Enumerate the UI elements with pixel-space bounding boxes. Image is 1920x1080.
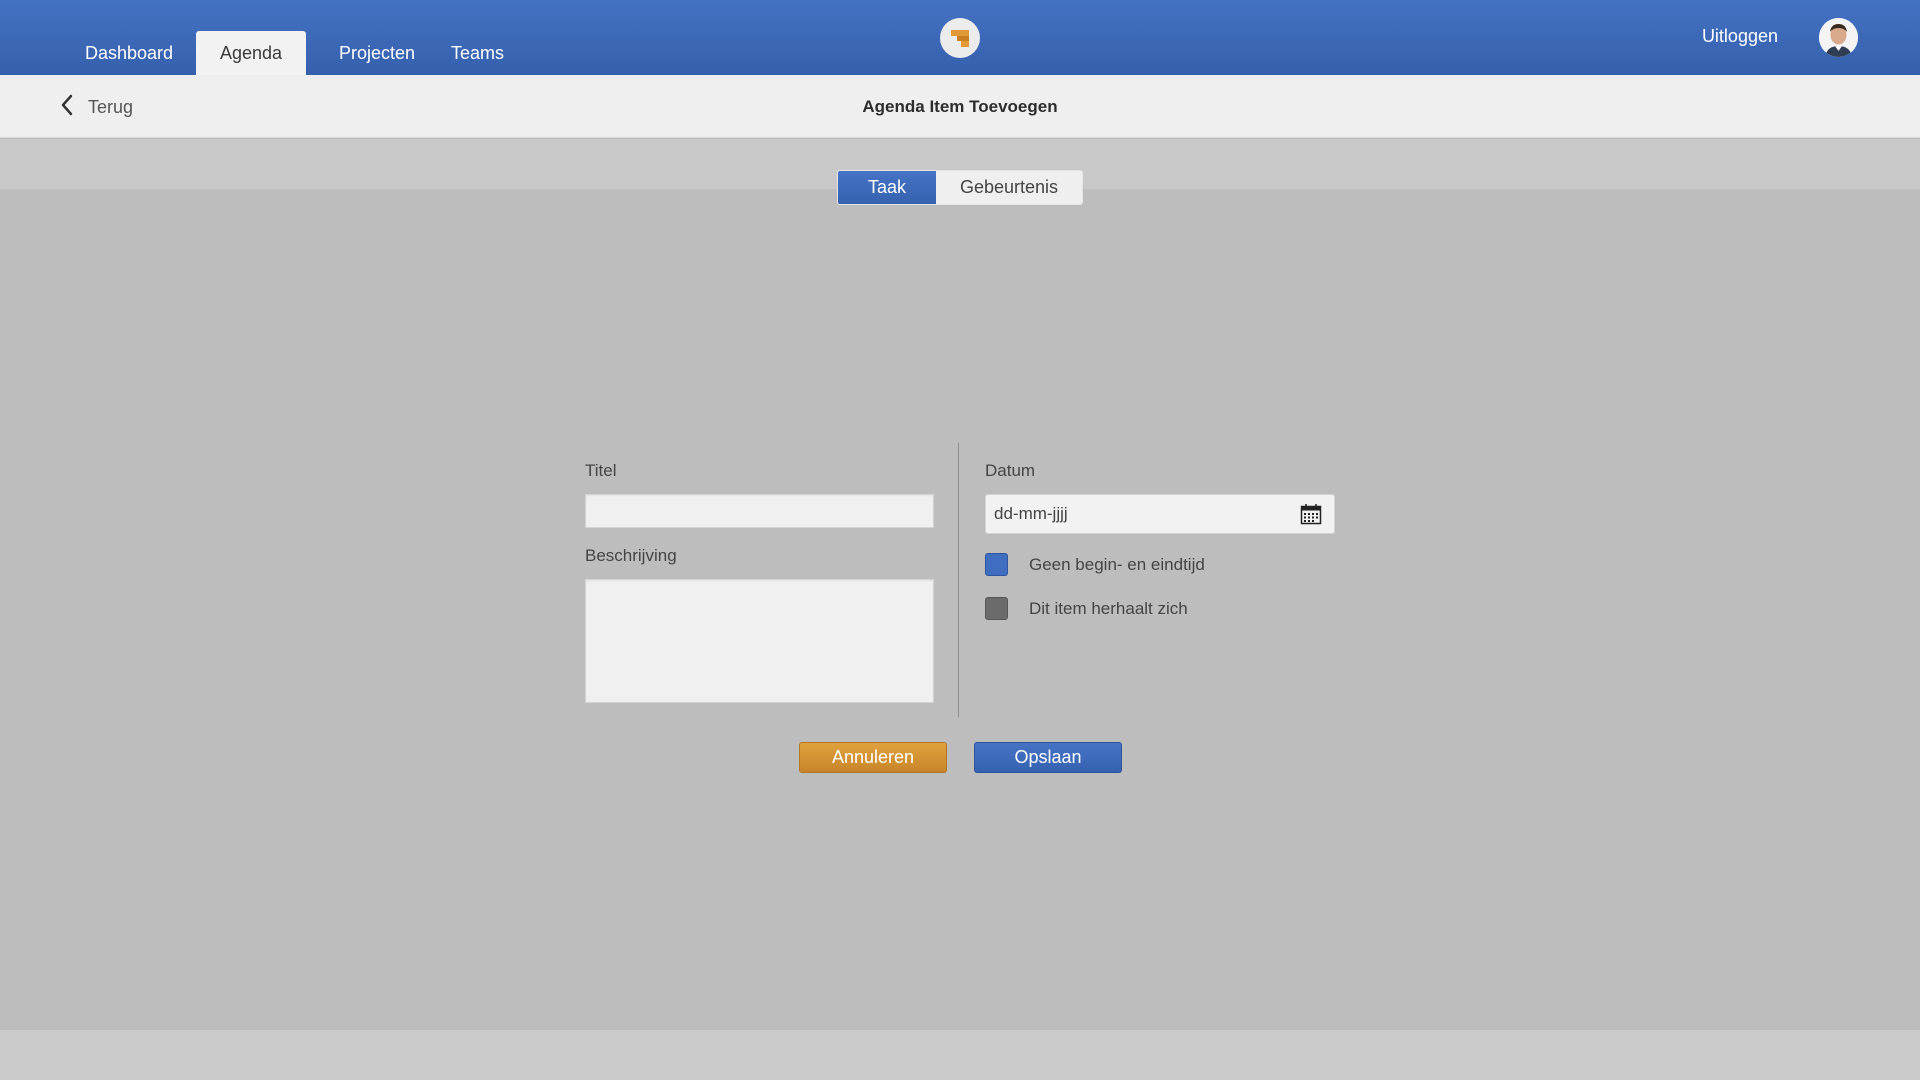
tab-agenda[interactable]: Agenda (196, 31, 306, 75)
avatar[interactable] (1819, 18, 1858, 57)
page-title: Agenda Item Toevoegen (862, 97, 1058, 116)
no-time-label: Geen begin- en eindtijd (1029, 555, 1205, 574)
sub-header: Terug Agenda Item Toevoegen (0, 75, 1920, 138)
cancel-button[interactable]: Annuleren (799, 742, 947, 773)
column-divider (958, 443, 959, 717)
date-placeholder: dd-mm-jjjj (994, 504, 1068, 523)
date-field[interactable]: dd-mm-jjjj (985, 494, 1335, 534)
title-label: Titel (585, 461, 617, 480)
tab-teams[interactable]: Teams (440, 31, 515, 75)
type-segmented-control: Taak Gebeurtenis (837, 170, 1083, 205)
tab-projecten-label: Projecten (338, 42, 416, 63)
description-field[interactable] (585, 579, 934, 703)
logout-link[interactable]: Uitloggen (1702, 26, 1778, 47)
tab-teams-label: Teams (450, 42, 504, 63)
tab-agenda-label: Agenda (219, 42, 283, 63)
description-label: Beschrijving (585, 546, 677, 565)
tab-projecten[interactable]: Projecten (322, 31, 432, 75)
logo-icon[interactable] (940, 18, 980, 58)
top-navigation-bar: Dashboard Agenda Projecten Teams Uitlogg… (0, 0, 1920, 75)
save-button[interactable]: Opslaan (974, 742, 1122, 773)
title-field[interactable] (585, 494, 934, 528)
tab-dashboard[interactable]: Dashboard (75, 31, 183, 75)
no-time-checkbox[interactable] (985, 553, 1008, 576)
calendar-icon[interactable] (1298, 501, 1324, 527)
date-label: Datum (985, 461, 1036, 480)
segment-gebeurtenis[interactable]: Gebeurtenis (936, 171, 1082, 204)
segment-taak[interactable]: Taak (838, 171, 936, 204)
repeat-checkbox[interactable] (985, 597, 1008, 620)
repeat-label: Dit item herhaalt zich (1029, 599, 1188, 618)
tab-dashboard-label: Dashboard (84, 42, 174, 63)
footer-band (0, 1030, 1920, 1080)
